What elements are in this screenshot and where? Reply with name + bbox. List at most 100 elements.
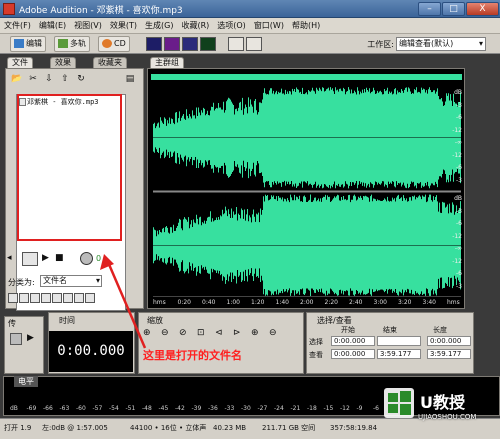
time-tab[interactable]: 时间 — [59, 315, 75, 326]
overview-bar[interactable] — [151, 74, 462, 80]
menu-window[interactable]: 窗口(W) — [250, 18, 288, 34]
filter-all-icon[interactable] — [85, 293, 95, 303]
view-start-field[interactable]: 0:00.000 — [331, 349, 375, 359]
waveform-display[interactable] — [153, 87, 461, 296]
waveform-view-icon[interactable] — [146, 37, 162, 51]
level-label: -60 — [76, 405, 86, 412]
level-label: -6 — [373, 405, 379, 412]
level-label: -63 — [59, 405, 70, 412]
cd-icon — [102, 39, 112, 48]
level-label: -42 — [175, 405, 185, 412]
filter-cd-icon[interactable] — [63, 293, 73, 303]
level-label: -69 — [26, 405, 37, 412]
status-left: 左:0dB @ 1:57.005 — [42, 424, 108, 432]
menu-edit[interactable]: 编辑(E) — [35, 18, 70, 34]
selection-length-field[interactable]: 0:00.000 — [427, 336, 471, 346]
stop-icon[interactable]: ■ — [55, 253, 64, 263]
menu-file[interactable]: 文件(F) — [0, 18, 35, 34]
db-label: -12 — [452, 151, 462, 159]
zoom-out-vertical-icon[interactable]: ⊖ — [269, 328, 277, 338]
minimize-button[interactable]: – — [418, 2, 441, 16]
loop-icon[interactable] — [22, 252, 38, 266]
zoom-right-icon[interactable]: ⊳ — [233, 328, 241, 338]
transport-tab[interactable]: 传 — [8, 318, 16, 329]
menu-view[interactable]: 视图(V) — [70, 18, 106, 34]
time-label: 2:00 — [300, 299, 314, 306]
db-label: -6 — [456, 220, 462, 227]
zoom-in-vertical-icon[interactable]: ⊕ — [251, 328, 259, 338]
open-file-icon[interactable]: 📂 — [11, 74, 23, 85]
play-file-icon[interactable]: ↻ — [75, 74, 87, 85]
filter-loop-icon[interactable] — [19, 293, 29, 303]
waveform-panel: dB -3 -6 -12 -∞ -12 -6 -3 dB -3 -6 -12 -∞ -12 -6 -3 hms… — [147, 68, 465, 309]
text-cursor-icon[interactable] — [228, 37, 244, 51]
level-tab[interactable]: 电平 — [14, 376, 38, 387]
filter-audio-icon[interactable] — [8, 293, 18, 303]
volume-knob-icon[interactable] — [80, 252, 93, 265]
db-label: -12 — [452, 232, 462, 240]
tab-files[interactable]: 文件 — [7, 57, 33, 68]
db-label: -6 — [456, 164, 462, 171]
level-scale: dB -69 -66 -63 -60 -57 -54 -51 -48 -45 -42 -39 -36 -3… — [10, 405, 410, 415]
edit-view-icon — [14, 39, 24, 48]
watermark-brand: U教授 — [420, 393, 465, 412]
options-icon[interactable]: ▤ — [124, 74, 136, 85]
level-label: -18 — [307, 405, 317, 412]
phase-view-icon[interactable] — [200, 37, 216, 51]
time-label: 1:40 — [275, 299, 289, 306]
zoom-selection-icon[interactable]: ⊡ — [197, 328, 205, 338]
file-type-filters — [8, 293, 104, 304]
pan-view-icon[interactable] — [182, 37, 198, 51]
auto-play-icon[interactable]: ◂ — [7, 253, 19, 265]
import-icon[interactable]: ⇩ — [43, 74, 55, 85]
time-label: 3:00 — [373, 299, 387, 306]
zoom-left-icon[interactable]: ⊲ — [215, 328, 223, 338]
filter-session-icon[interactable] — [52, 293, 62, 303]
stop-transport-icon[interactable] — [10, 333, 22, 345]
time-label: 2:40 — [349, 299, 363, 306]
spectral-view-icon[interactable] — [164, 37, 180, 51]
play-transport-icon[interactable]: ▶ — [27, 333, 34, 343]
zoom-out-horizontal-icon[interactable]: ⊖ — [161, 328, 169, 338]
multitrack-view-button[interactable]: 多轨 — [54, 36, 90, 52]
menu-effects[interactable]: 效果(T) — [106, 18, 141, 34]
tab-effects[interactable]: 效果 — [50, 57, 76, 68]
file-item[interactable]: 邓紫棋 - 喜欢你.mp3 — [19, 97, 99, 107]
select-tool-icon[interactable] — [246, 37, 262, 51]
time-label: 0:20 — [177, 299, 191, 306]
menu-generate[interactable]: 生成(G) — [141, 18, 177, 34]
workspace-dropdown[interactable]: 编辑查看(默认) — [396, 37, 486, 51]
level-label: -30 — [241, 405, 251, 412]
transport-panel: 传 ▶ — [4, 316, 44, 374]
edit-view-button[interactable]: 编辑 — [10, 36, 46, 52]
menu-help[interactable]: 帮助(H) — [288, 18, 324, 34]
view-length-field[interactable]: 3:59.177 — [427, 349, 471, 359]
filter-other-icon[interactable] — [74, 293, 84, 303]
tab-main-group[interactable]: 主群组 — [150, 57, 184, 68]
row-view-label: 查看 — [309, 351, 323, 359]
status-time: 357:58:19.84 — [330, 424, 378, 432]
selection-start-field[interactable]: 0:00.000 — [331, 336, 375, 346]
filter-midi-icon[interactable] — [41, 293, 51, 303]
filter-video-icon[interactable] — [30, 293, 40, 303]
zoom-full-icon[interactable]: ⊘ — [179, 328, 187, 338]
sort-dropdown[interactable]: 文件名 — [40, 275, 102, 287]
db-label: -6 — [456, 270, 462, 277]
level-label: -24 — [274, 405, 284, 412]
selection-end-field[interactable] — [377, 336, 421, 346]
maximize-button[interactable]: □ — [442, 2, 465, 16]
menu-options[interactable]: 选项(O) — [213, 18, 250, 34]
play-icon[interactable]: ▶ — [42, 253, 49, 263]
files-toolbar: 📂 ✂ ⇩ ⇧ ↻ ▤ — [9, 72, 142, 88]
menu-favorites[interactable]: 收藏(R) — [177, 18, 213, 34]
insert-icon[interactable]: ⇧ — [59, 74, 71, 85]
level-label: -51 — [125, 405, 136, 412]
cd-view-button[interactable]: CD — [98, 36, 130, 52]
view-end-field[interactable]: 3:59.177 — [377, 349, 421, 359]
status-free: 211.71 GB 空间 — [262, 424, 316, 432]
close-file-icon[interactable]: ✂ — [27, 74, 39, 85]
header-start: 开始 — [341, 326, 355, 334]
level-label: -15 — [323, 405, 334, 412]
tab-favorites[interactable]: 收藏夹 — [93, 57, 127, 68]
close-button[interactable]: X — [466, 2, 499, 16]
